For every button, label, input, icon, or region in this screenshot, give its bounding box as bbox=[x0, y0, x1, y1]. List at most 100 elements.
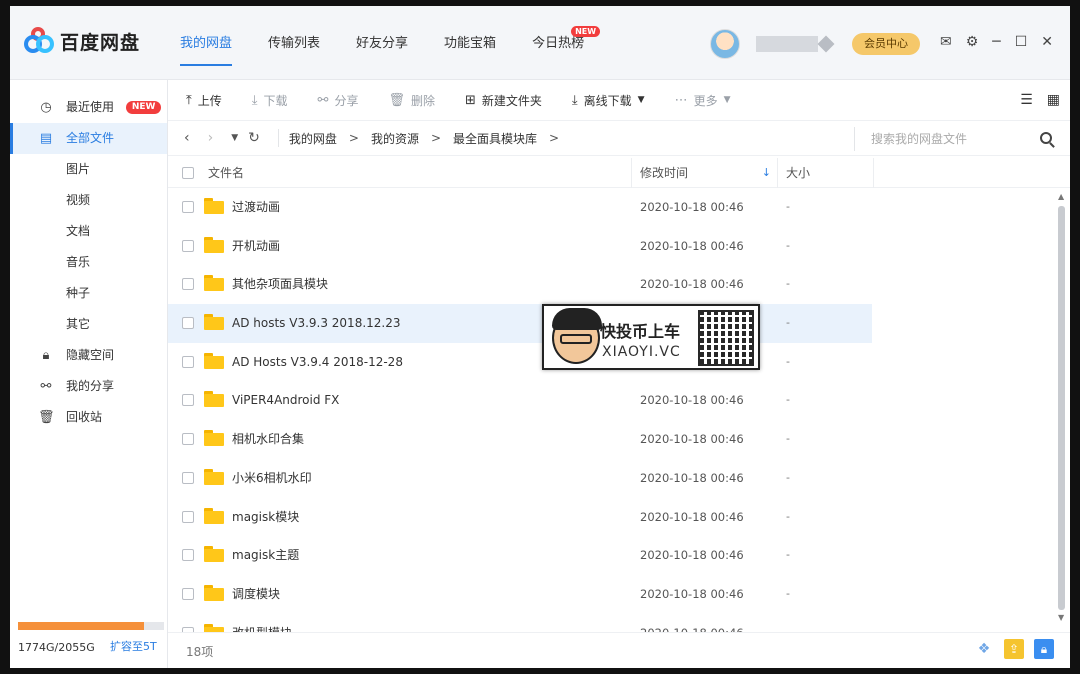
apps-icon[interactable]: ❖ bbox=[974, 639, 994, 659]
close-icon[interactable]: ✕ bbox=[1041, 34, 1053, 50]
folder-icon bbox=[204, 507, 224, 524]
upload-button[interactable]: ⤒ 上传 bbox=[186, 92, 222, 109]
row-checkbox[interactable] bbox=[182, 587, 194, 600]
history-dropdown-icon[interactable]: ▼ bbox=[231, 133, 238, 143]
column-size-label: 大小 bbox=[786, 165, 811, 180]
tab-toolbox[interactable]: 功能宝箱 bbox=[444, 6, 496, 80]
tab-transfer-list[interactable]: 传输列表 bbox=[268, 6, 320, 80]
file-name[interactable]: 其他杂项面具模块 bbox=[232, 265, 328, 303]
search-input[interactable]: 搜索我的网盘文件 bbox=[854, 127, 1060, 151]
new-folder-label: 新建文件夹 bbox=[481, 93, 542, 108]
expand-storage-link[interactable]: 扩容至5T bbox=[110, 638, 157, 654]
sidebar-item-recycle-bin[interactable]: 🗑︎ 回收站 bbox=[10, 402, 167, 433]
file-name[interactable]: magisk主题 bbox=[232, 536, 299, 574]
upload-to-cloud-icon[interactable]: ⇪ bbox=[1004, 639, 1024, 659]
row-checkbox[interactable] bbox=[182, 355, 194, 368]
table-row[interactable]: ViPER4Android FX 2020-10-18 00:46 - bbox=[168, 381, 1056, 420]
table-row[interactable]: magisk模块 2020-10-18 00:46 - bbox=[168, 498, 1056, 537]
sidebar: ◷ 最近使用 NEW ▤ 全部文件 图片 视频 文档 音乐 种子 其它 🔒︎ 隐… bbox=[10, 80, 168, 668]
row-checkbox[interactable] bbox=[182, 433, 194, 446]
sidebar-item-all-files[interactable]: ▤ 全部文件 bbox=[10, 123, 167, 154]
file-name[interactable]: 相机水印合集 bbox=[232, 420, 304, 458]
file-name[interactable]: ViPER4Android FX bbox=[232, 381, 339, 419]
table-row[interactable]: 开机动画 2020-10-18 00:46 - bbox=[168, 227, 1056, 266]
file-name[interactable]: 小米6相机水印 bbox=[232, 459, 312, 497]
table-row[interactable]: 其他杂项面具模块 2020-10-18 00:46 - bbox=[168, 265, 1056, 304]
row-checkbox[interactable] bbox=[182, 549, 194, 562]
scrollbar-thumb[interactable] bbox=[1058, 206, 1065, 610]
new-folder-button[interactable]: ⊞ 新建文件夹 bbox=[465, 92, 542, 109]
username-redacted[interactable] bbox=[756, 36, 818, 52]
sidebar-item-recent[interactable]: ◷ 最近使用 NEW bbox=[10, 92, 167, 123]
vip-center-button[interactable]: 会员中心 bbox=[852, 33, 920, 55]
search-icon[interactable] bbox=[1040, 132, 1052, 144]
column-name-header[interactable]: 文件名 bbox=[168, 157, 632, 188]
tab-my-netdisk[interactable]: 我的网盘 bbox=[180, 6, 233, 80]
table-row[interactable]: 调度模块 2020-10-18 00:46 - bbox=[168, 575, 1056, 614]
forward-icon[interactable]: › bbox=[208, 130, 214, 146]
sort-icon[interactable]: ☰ bbox=[1020, 92, 1033, 108]
sidebar-item-my-shares[interactable]: ⚯ 我的分享 bbox=[10, 371, 167, 402]
file-name[interactable]: AD hosts V3.9.3 2018.12.23 bbox=[232, 304, 401, 342]
search-placeholder: 搜索我的网盘文件 bbox=[871, 132, 968, 146]
sidebar-item-others[interactable]: 其它 bbox=[10, 309, 167, 340]
sidebar-item-documents[interactable]: 文档 bbox=[10, 216, 167, 247]
more-button[interactable]: ⋯ 更多 ▼ bbox=[675, 92, 731, 109]
mail-icon[interactable]: ✉ bbox=[940, 34, 952, 50]
scroll-down-icon[interactable]: ▼ bbox=[1058, 613, 1064, 622]
file-name[interactable]: 过渡动画 bbox=[232, 188, 280, 226]
breadcrumb-separator: > bbox=[430, 131, 442, 145]
share-button[interactable]: ⚯ 分享 bbox=[318, 92, 359, 109]
sidebar-item-label: 最近使用 bbox=[66, 100, 115, 114]
row-checkbox[interactable] bbox=[182, 201, 194, 213]
sidebar-item-music[interactable]: 音乐 bbox=[10, 247, 167, 278]
file-name[interactable]: magisk模块 bbox=[232, 498, 299, 536]
offline-download-label: 离线下载 bbox=[583, 93, 632, 108]
file-name[interactable]: AD Hosts V3.9.4 2018-12-28 bbox=[232, 343, 403, 381]
table-row[interactable]: 改机型模块 2020-10-18 00:46 - bbox=[168, 614, 1056, 632]
sidebar-item-videos[interactable]: 视频 bbox=[10, 185, 167, 216]
refresh-icon[interactable]: ↻ bbox=[248, 130, 260, 146]
delete-button[interactable]: 🗑︎ 删除 bbox=[388, 92, 435, 109]
select-all-checkbox[interactable] bbox=[182, 166, 194, 179]
row-checkbox[interactable] bbox=[182, 317, 194, 330]
scroll-up-icon[interactable]: ▲ bbox=[1058, 192, 1064, 201]
column-modified-header[interactable]: 修改时间 ↓ bbox=[632, 157, 778, 188]
sidebar-item-torrents[interactable]: 种子 bbox=[10, 278, 167, 309]
breadcrumb-item[interactable]: 我的网盘 bbox=[289, 130, 337, 147]
tab-friend-share[interactable]: 好友分享 bbox=[356, 6, 408, 80]
folder-icon bbox=[204, 430, 224, 447]
lock-icon[interactable]: 🔒︎ bbox=[1034, 639, 1054, 659]
breadcrumb-item[interactable]: 最全面具模块库 bbox=[453, 130, 537, 147]
table-row[interactable]: 相机水印合集 2020-10-18 00:46 - bbox=[168, 420, 1056, 459]
row-checkbox[interactable] bbox=[182, 510, 194, 523]
download-button[interactable]: ⤓ 下载 bbox=[252, 92, 288, 109]
scrollbar[interactable]: ▲ ▼ bbox=[1056, 192, 1068, 622]
tab-today-hot[interactable]: 今日热榜 NEW bbox=[532, 6, 601, 80]
minimize-icon[interactable]: ─ bbox=[992, 34, 1000, 50]
sidebar-item-images[interactable]: 图片 bbox=[10, 154, 167, 185]
column-size-header[interactable]: 大小 bbox=[778, 157, 874, 188]
row-checkbox[interactable] bbox=[182, 239, 194, 252]
row-checkbox[interactable] bbox=[182, 471, 194, 484]
row-checkbox[interactable] bbox=[182, 394, 194, 407]
grid-view-icon[interactable]: ▦ bbox=[1047, 92, 1060, 108]
back-icon[interactable]: ‹ bbox=[184, 130, 190, 146]
table-row[interactable]: 小米6相机水印 2020-10-18 00:46 - bbox=[168, 459, 1056, 498]
sidebar-item-hidden-space[interactable]: 🔒︎ 隐藏空间 bbox=[10, 340, 167, 371]
file-name[interactable]: 改机型模块 bbox=[232, 614, 292, 632]
offline-download-button[interactable]: ⤓ 离线下载 ▼ bbox=[572, 92, 645, 109]
maximize-icon[interactable]: ☐ bbox=[1015, 34, 1028, 50]
breadcrumb-item[interactable]: 我的资源 bbox=[371, 130, 419, 147]
folder-icon bbox=[204, 584, 224, 601]
file-modified: 2020-10-18 00:46 bbox=[640, 470, 744, 485]
file-name[interactable]: 调度模块 bbox=[232, 575, 280, 613]
table-row[interactable]: 过渡动画 2020-10-18 00:46 - bbox=[168, 188, 1056, 227]
file-name[interactable]: 开机动画 bbox=[232, 227, 280, 265]
table-row[interactable]: magisk主题 2020-10-18 00:46 - bbox=[168, 536, 1056, 575]
settings-icon[interactable]: ⚙ bbox=[966, 34, 979, 50]
folder-icon bbox=[204, 546, 224, 563]
row-checkbox[interactable] bbox=[182, 278, 194, 291]
folder-icon bbox=[204, 352, 224, 369]
avatar[interactable] bbox=[710, 29, 740, 59]
